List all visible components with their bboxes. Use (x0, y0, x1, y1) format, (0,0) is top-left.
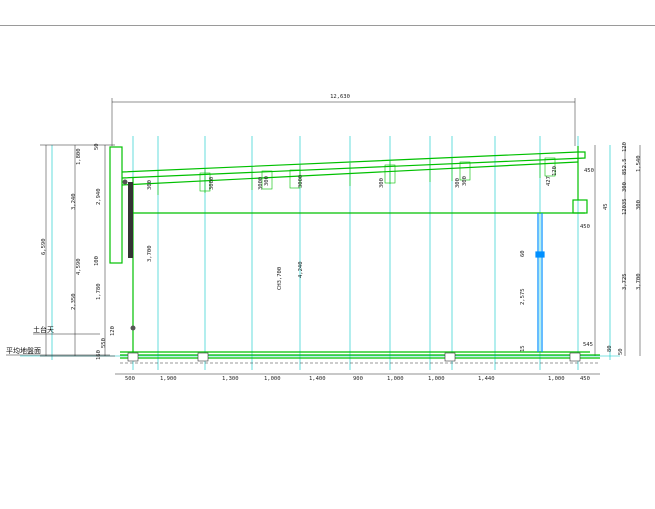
section-label: 3000 (298, 175, 304, 188)
right-dim: 45 (603, 203, 609, 210)
joint-marker-low (130, 325, 136, 331)
bottom-dim: 1,000 (428, 376, 445, 382)
bottom-dim: 1,900 (160, 376, 177, 382)
joint-marker (122, 179, 128, 185)
right-dim: 80 (607, 345, 613, 352)
left-dim: 100 (94, 256, 100, 266)
left-dim: 2,350 (71, 293, 77, 310)
bottom-dim: 450 (580, 376, 590, 382)
average-ground-label: 平均地盤面 (6, 346, 41, 355)
right-dim: 852.5 (622, 158, 628, 175)
section-label: 300 (462, 176, 468, 186)
left-dim: 4,590 (76, 258, 82, 275)
bottom-dim: 500 (125, 376, 135, 382)
bottom-dim: 1,000 (387, 376, 404, 382)
right-dim: 120 (622, 142, 628, 152)
section-label: 3000 (209, 177, 215, 190)
left-dims: 1,800 2,940 3,240 6,590 4,590 3,700 1,78… (41, 143, 153, 360)
section-label: 300 (264, 176, 270, 186)
left-dim: 120 (110, 326, 116, 336)
right-dims: 450 120 852.5 1,540 300 12035 45 300 450… (580, 142, 642, 355)
bottom-dims: 500 1,900 1,300 1,000 1,400 900 1,000 1,… (125, 376, 590, 382)
right-dim: 545 (583, 342, 593, 348)
left-dim: 50 (94, 143, 100, 150)
section-label: 300 (455, 178, 461, 188)
right-dim: 300 (636, 200, 642, 210)
section-label: 300 (147, 180, 153, 190)
roof-and-frame (109, 146, 600, 359)
left-dim: 6,590 (41, 238, 47, 255)
right-dim: 300 (622, 182, 628, 192)
bottom-dim: 1,000 (548, 376, 565, 382)
overall-width-dim: 12,630 (330, 94, 350, 100)
section-label: 427 (546, 176, 552, 186)
center-dim: 15 (520, 345, 526, 352)
roof-rafters (157, 154, 556, 195)
left-dim: 550 (101, 338, 107, 348)
left-dim: 1,780 (96, 283, 102, 300)
sill-top-label: 土台天 (33, 325, 54, 334)
section-label: 120 (552, 166, 558, 176)
wall-panel (128, 182, 133, 258)
right-dim: 450 (584, 168, 594, 174)
bottom-dim: 900 (353, 376, 363, 382)
center-dim: 4,240 (298, 261, 304, 278)
bottom-dim: 1,440 (478, 376, 495, 382)
left-dim: 3,240 (71, 193, 77, 210)
left-dim: 2,940 (96, 188, 102, 205)
center-dim: 60 (520, 250, 526, 257)
section-drawing: 12,630 500 1,900 1,300 1,000 1,400 900 1… (6, 94, 642, 382)
center-dim: 2,575 (520, 288, 526, 305)
foundations (127, 352, 581, 362)
bottom-dim: 1,400 (309, 376, 326, 382)
section-label: 300 (379, 178, 385, 188)
left-dim: 3,700 (147, 245, 153, 262)
right-dim: 3,725 (622, 273, 628, 290)
bottom-dim: 1,300 (222, 376, 239, 382)
center-dims: CH3,700 4,240 2,575 60 15 (277, 250, 526, 352)
right-dim: 450 (580, 224, 590, 230)
center-dim: CH3,700 (277, 267, 283, 290)
right-dim: 12035 (622, 198, 628, 215)
left-dim: 1,800 (76, 148, 82, 165)
section-labels: 300 3000 3000 300 3000 300 300 300 427 1… (147, 166, 558, 190)
right-dim: 1,540 (636, 155, 642, 172)
right-dim: 50 (618, 348, 624, 355)
right-dim: 3,700 (636, 273, 642, 290)
bottom-dim: 1,000 (264, 376, 281, 382)
